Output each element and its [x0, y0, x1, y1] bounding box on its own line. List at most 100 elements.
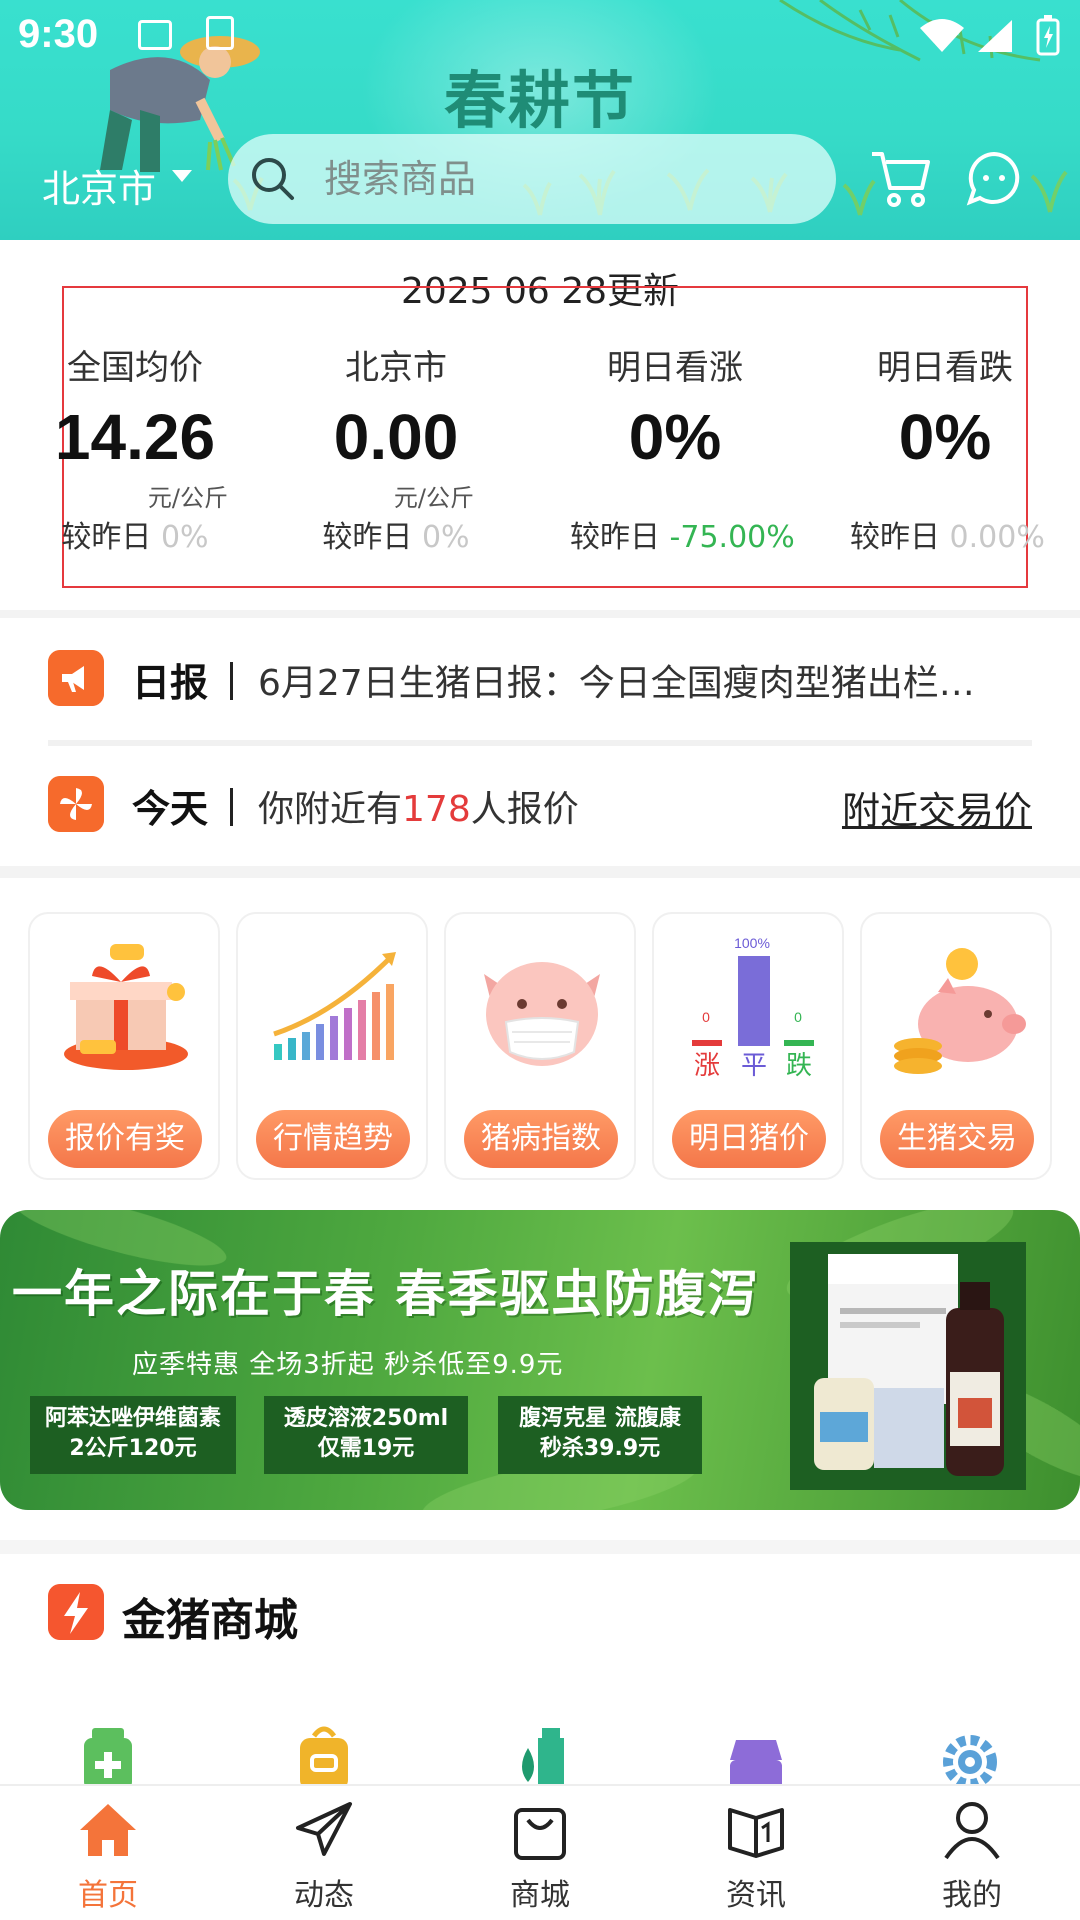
price-compare: 较昨日 0.00% [850, 512, 1045, 556]
search-input[interactable] [324, 152, 804, 206]
mall-section-header: 金猪商城 [0, 1554, 1080, 1684]
tile-label: 明日猪价 [672, 1110, 826, 1168]
nav-mall[interactable]: 商城 [432, 1786, 648, 1920]
price-value: 0.00 [333, 401, 459, 473]
banner-title: 一年之际在于春 春季驱虫防腹泻 [12, 1265, 760, 1323]
tile-label: 猪病指数 [464, 1110, 618, 1168]
flat-bar [738, 956, 770, 1046]
section-divider [0, 610, 1080, 618]
megaphone-icon [48, 650, 104, 706]
medicine-bottle-icon[interactable] [76, 1726, 140, 1786]
section-divider [0, 866, 1080, 878]
promo-box: 腹泻克星 流腹康 秒杀39.9元 [498, 1396, 702, 1474]
product-image [814, 1254, 1004, 1476]
price-label: 北京市 [345, 348, 447, 388]
city-selector[interactable]: 北京市 [42, 158, 156, 213]
mall-categories [0, 1690, 1080, 1786]
signal-icon [978, 20, 1012, 52]
price-label: 明日看跌 [877, 348, 1013, 388]
today-prefix: 你附近有 [258, 789, 403, 830]
promo-line2: 秒杀39.9元 [539, 1436, 661, 1461]
search-bar[interactable] [228, 134, 836, 224]
drive-storage-icon[interactable] [724, 1726, 788, 1786]
today-text: 你附近有178人报价 [258, 780, 579, 832]
promo-line1: 透皮溶液250ml [283, 1406, 449, 1431]
festival-title: 春耕节 [443, 64, 636, 137]
gallery-notification-icon [138, 20, 172, 50]
price-value: 0% [898, 401, 992, 473]
chevron-down-icon[interactable] [172, 170, 192, 182]
search-icon [252, 158, 294, 200]
user-icon [944, 1802, 1000, 1860]
nearby-price-link[interactable]: 附近交易价 [842, 780, 1032, 835]
rise-bar [692, 1040, 722, 1046]
compare-label: 较昨日 [570, 520, 660, 555]
book-icon [728, 1808, 784, 1858]
tag-separator [230, 788, 233, 826]
promo-box: 透皮溶液250ml 仅需19元 [264, 1396, 468, 1474]
quote-count: 178 [402, 789, 471, 830]
app-notification-icon [206, 16, 234, 50]
daily-report-row[interactable]: 日报 6月27日生猪日报：今日全国瘦肉型猪出栏… [0, 620, 1080, 740]
status-time: 9:30 [18, 12, 99, 56]
bottom-navigation: 首页 动态 商城 资讯 我的 [0, 1784, 1080, 1920]
promo-line2: 仅需19元 [317, 1436, 415, 1461]
battery-icon [1036, 15, 1060, 56]
tile-label: 生猪交易 [880, 1110, 1034, 1168]
tile-label: 行情趋势 [256, 1110, 410, 1168]
nav-label: 资讯 [726, 1878, 786, 1913]
today-tag: 今天 [132, 787, 209, 831]
price-compare: 较昨日 -75.00% [570, 512, 795, 556]
price-board: 2025 06 28更新 全国均价 14.26 元/公斤 较昨日 0% 北京市 … [0, 240, 1080, 610]
send-icon [296, 1802, 352, 1856]
price-column-fall[interactable]: 明日看跌 0% 较昨日 0.00% [850, 240, 1045, 610]
price-compare: 较昨日 0% [42, 512, 228, 556]
pig-mask-icon [484, 962, 600, 1066]
cart-icon[interactable] [868, 146, 932, 210]
nav-profile[interactable]: 我的 [864, 1786, 1080, 1920]
compare-pct: 0% [160, 520, 209, 555]
feed-bag-icon[interactable] [292, 1726, 356, 1786]
nav-home[interactable]: 首页 [0, 1786, 216, 1920]
spray-bottle-icon[interactable] [508, 1726, 572, 1786]
price-column-national[interactable]: 全国均价 14.26 元/公斤 较昨日 0% [42, 240, 228, 610]
price-value: 14.26 [54, 401, 216, 473]
nav-label: 我的 [942, 1878, 1002, 1913]
price-unit: 元/公斤 [147, 484, 228, 512]
nav-news[interactable]: 资讯 [648, 1786, 864, 1920]
top-header: 9:30 春耕节 北京市 [0, 0, 1080, 240]
nav-feed[interactable]: 动态 [216, 1786, 432, 1920]
price-column-rise[interactable]: 明日看涨 0% 较昨日 -75.00% [570, 240, 795, 610]
compare-pct: 0% [421, 520, 470, 555]
tile-disease-index[interactable]: 猪病指数 [444, 912, 636, 1180]
gear-tool-icon[interactable] [938, 1726, 1002, 1786]
price-compare: 较昨日 0% [318, 512, 474, 556]
nav-label: 动态 [294, 1878, 354, 1913]
lightning-icon [48, 1584, 104, 1640]
feature-tiles: 报价有奖 行情趋势 猪病指数 100% 0 0 涨 平 跌 明日猪价 生猪交易 [0, 890, 1080, 1190]
today-row: 今天 你附近有178人报价 附近交易价 [0, 746, 1080, 866]
promo-banner[interactable]: 一年之际在于春 春季驱虫防腹泻 应季特惠 全场3折起 秒杀低至9.9元 阿苯达唑… [0, 1210, 1080, 1510]
flat-label: 平 [741, 1051, 767, 1081]
compare-pct: -75.00% [669, 520, 795, 555]
rise-count-label: 0 [702, 1009, 710, 1025]
tile-quote-reward[interactable]: 报价有奖 [28, 912, 220, 1180]
pinwheel-icon [48, 776, 104, 832]
tile-market-trend[interactable]: 行情趋势 [236, 912, 428, 1180]
price-unit: 元/公斤 [393, 484, 474, 512]
compare-label: 较昨日 [61, 520, 152, 555]
rise-label: 涨 [694, 1051, 720, 1081]
price-column-city[interactable]: 北京市 0.00 元/公斤 较昨日 0% [318, 240, 474, 610]
fall-bar [784, 1040, 814, 1046]
fall-label: 跌 [786, 1051, 812, 1081]
daily-report-text[interactable]: 6月27日生猪日报：今日全国瘦肉型猪出栏… [258, 654, 1018, 706]
compare-label: 较昨日 [322, 520, 413, 555]
tile-pig-trade[interactable]: 生猪交易 [860, 912, 1052, 1180]
tile-label: 报价有奖 [48, 1110, 202, 1168]
flat-pct-label: 100% [734, 935, 770, 951]
price-label: 全国均价 [67, 348, 203, 388]
tile-tomorrow-price[interactable]: 100% 0 0 涨 平 跌 明日猪价 [652, 912, 844, 1180]
compare-pct: 0.00% [949, 520, 1045, 555]
message-icon[interactable] [966, 150, 1022, 206]
promo-line1: 阿苯达唑伊维菌素 [44, 1406, 221, 1431]
